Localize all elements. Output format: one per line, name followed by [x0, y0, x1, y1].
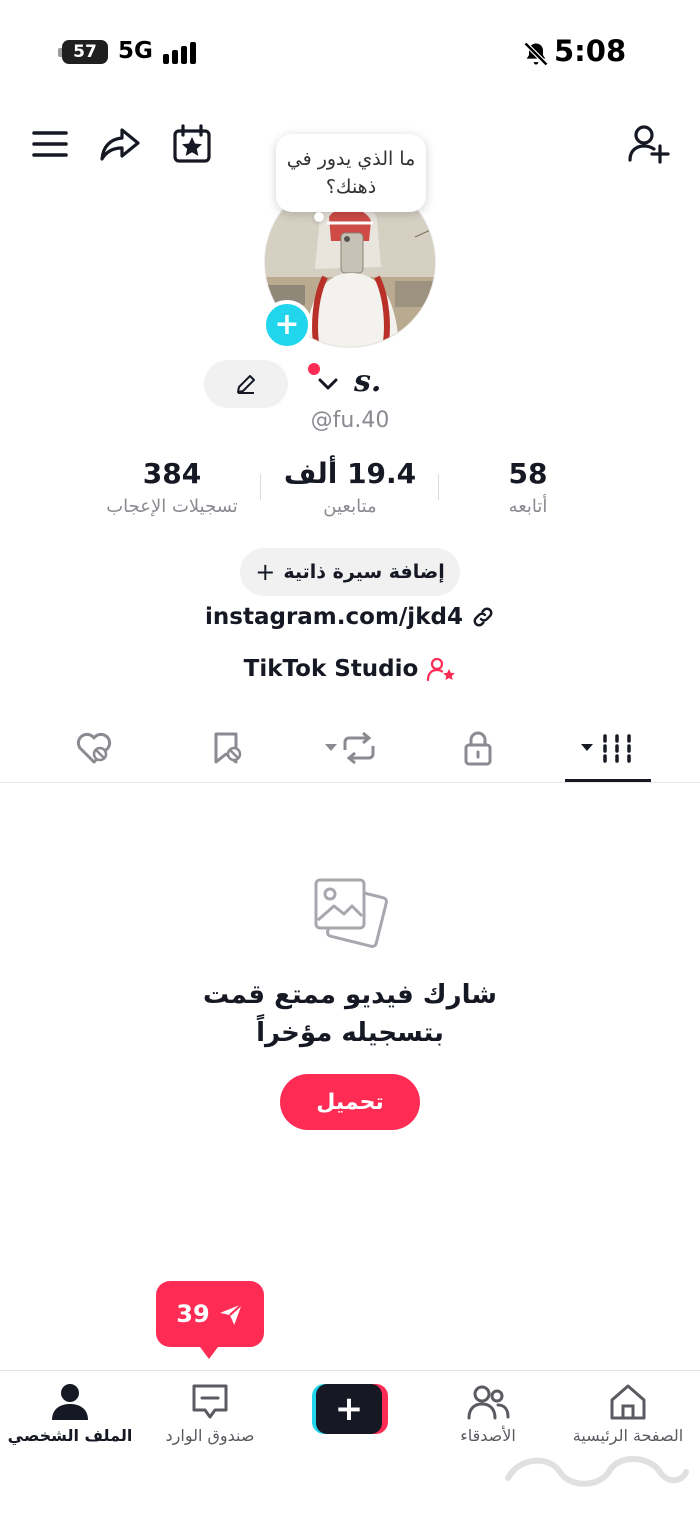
battery-indicator: 57	[58, 40, 108, 64]
tab-liked[interactable]	[64, 722, 124, 774]
status-bubble[interactable]: ما الذي يدور في ذهنك؟	[276, 134, 426, 212]
clock: 5:08	[554, 34, 627, 68]
likes-stat[interactable]: 384 تسجيلات الإعجاب	[82, 456, 262, 522]
chevron-down-icon[interactable]	[314, 372, 342, 396]
network-type: 5G	[118, 38, 153, 64]
following-count: 58	[508, 457, 548, 490]
create-button[interactable]: +	[312, 1384, 388, 1436]
link-text: instagram.com/jkd4	[205, 604, 463, 630]
bottom-nav-divider	[0, 1370, 700, 1371]
menu-icon[interactable]	[28, 122, 72, 166]
bubble-tail	[314, 212, 324, 222]
studio-label: TikTok Studio	[243, 656, 419, 682]
pencil-icon	[237, 375, 255, 394]
tab-favorites[interactable]	[196, 722, 256, 774]
signal-icon	[163, 42, 199, 64]
profile-icon	[52, 1384, 88, 1420]
add-bio-label: إضافة سيرة ذاتية	[283, 561, 445, 583]
add-story-button[interactable]: +	[262, 300, 312, 350]
inbox-badge[interactable]: 39	[156, 1281, 264, 1347]
grid-dropdown-icon	[581, 734, 631, 763]
profile-link[interactable]: instagram.com/jkd4	[180, 604, 520, 630]
bookmark-hidden-icon	[214, 732, 242, 764]
photos-icon	[312, 876, 388, 952]
send-icon	[219, 1303, 243, 1325]
nav-inbox-label: صندوق الوارد	[165, 1426, 255, 1445]
nav-home-label: الصفحة الرئيسية	[572, 1426, 684, 1445]
link-icon	[473, 607, 493, 627]
tab-reposts[interactable]	[318, 722, 384, 774]
nav-home[interactable]: الصفحة الرئيسية	[558, 1380, 698, 1450]
likes-label: تسجيلات الإعجاب	[106, 496, 238, 517]
tiktok-studio-link[interactable]: TikTok Studio	[200, 656, 500, 682]
share-icon[interactable]	[98, 122, 142, 166]
home-icon	[610, 1384, 646, 1420]
bell-muted-icon	[522, 40, 550, 68]
status-bubble-text: ما الذي يدور في ذهنك؟	[286, 148, 416, 198]
watermark-logo	[500, 1448, 690, 1494]
plus-icon: +	[255, 558, 276, 586]
lock-icon	[464, 731, 492, 766]
repost-dropdown-icon	[325, 731, 375, 765]
badge-pointer	[197, 1343, 221, 1359]
nav-friends[interactable]: الأصدقاء	[418, 1380, 558, 1450]
active-tab-indicator	[565, 779, 651, 782]
tab-private[interactable]	[448, 722, 508, 774]
display-name[interactable]: s.	[354, 364, 381, 399]
heart-hidden-icon	[76, 732, 112, 764]
calendar-star-icon[interactable]	[170, 122, 214, 166]
empty-state-message: شارك فيديو ممتع قمت بتسجيله مؤخراً	[203, 980, 497, 1048]
creator-star-icon	[427, 657, 456, 682]
create-plus-icon: +	[316, 1384, 382, 1434]
nav-profile-label: الملف الشخصي	[7, 1426, 133, 1445]
badge-count: 39	[176, 1300, 210, 1328]
nav-profile[interactable]: الملف الشخصي	[0, 1380, 140, 1450]
tabs-divider	[0, 782, 700, 783]
add-friend-icon[interactable]	[626, 122, 670, 166]
battery-level: 57	[73, 42, 97, 62]
tab-videos[interactable]	[574, 722, 640, 774]
username: @fu.40	[310, 408, 390, 433]
edit-profile-button[interactable]	[204, 360, 288, 408]
inbox-icon	[192, 1384, 228, 1419]
following-label: أتابعه	[508, 496, 548, 517]
likes-count: 384	[142, 457, 202, 490]
upload-button[interactable]: تحميل	[280, 1074, 420, 1130]
nav-friends-label: الأصدقاء	[460, 1426, 516, 1445]
following-stat[interactable]: 58 أتابعه	[438, 456, 618, 522]
followers-count: 19.4 ألف	[283, 457, 417, 490]
nav-inbox[interactable]: صندوق الوارد	[140, 1380, 280, 1450]
add-bio-button[interactable]: إضافة سيرة ذاتية +	[240, 548, 460, 596]
friends-icon	[467, 1385, 510, 1420]
followers-stat[interactable]: 19.4 ألف متابعين	[260, 456, 440, 522]
followers-label: متابعين	[323, 496, 377, 517]
